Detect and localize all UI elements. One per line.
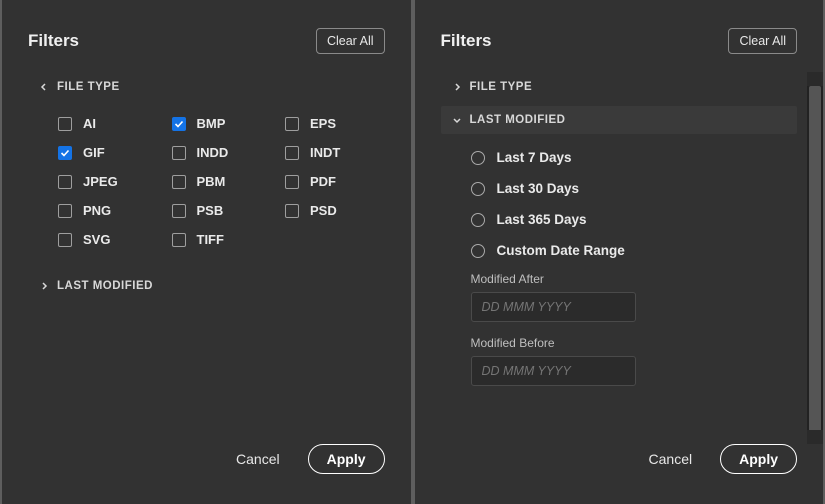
radio-last-365-days[interactable]: Last 365 Days <box>471 212 798 227</box>
checkbox-psd[interactable]: PSD <box>285 203 391 218</box>
panel-header: Filters Clear All <box>2 0 411 72</box>
scrollbar[interactable] <box>807 72 823 444</box>
checkbox-indt[interactable]: INDT <box>285 145 391 160</box>
modified-after-group: Modified After <box>453 272 798 336</box>
panel-header: Filters Clear All <box>415 0 824 72</box>
checkbox-psb[interactable]: PSB <box>172 203 278 218</box>
section-label: FILE TYPE <box>57 81 120 93</box>
filters-panel-right: Filters Clear All FILE TYPE LAST MODIFIE… <box>415 0 824 504</box>
checkbox-pdf[interactable]: PDF <box>285 174 391 189</box>
checkbox-gif[interactable]: GIF <box>58 145 164 160</box>
cancel-button[interactable]: Cancel <box>236 451 280 467</box>
modified-before-group: Modified Before <box>453 336 798 400</box>
file-type-grid: AI BMP EPS GIF INDD INDT JPEG PBM PDF PN… <box>40 102 391 271</box>
checkbox-pbm[interactable]: PBM <box>172 174 278 189</box>
radio-last-7-days[interactable]: Last 7 Days <box>471 150 798 165</box>
section-file-type[interactable]: FILE TYPE <box>40 72 391 102</box>
section-last-modified[interactable]: LAST MODIFIED <box>453 114 798 126</box>
clear-all-button[interactable]: Clear All <box>728 28 797 54</box>
radio-last-30-days[interactable]: Last 30 Days <box>471 181 798 196</box>
section-label: LAST MODIFIED <box>470 114 566 126</box>
apply-button[interactable]: Apply <box>720 444 797 474</box>
field-label: Modified After <box>471 272 798 286</box>
section-label: FILE TYPE <box>470 81 533 93</box>
cancel-button[interactable]: Cancel <box>649 451 693 467</box>
chevron-down-icon <box>40 83 48 91</box>
checkbox-tiff[interactable]: TIFF <box>172 232 278 247</box>
chevron-down-icon <box>453 116 461 124</box>
checkbox-jpeg[interactable]: JPEG <box>58 174 164 189</box>
checkbox-ai[interactable]: AI <box>58 116 164 131</box>
checkbox-png[interactable]: PNG <box>58 203 164 218</box>
checkbox-indd[interactable]: INDD <box>172 145 278 160</box>
checkbox-bmp[interactable]: BMP <box>172 116 278 131</box>
checkbox-eps[interactable]: EPS <box>285 116 391 131</box>
chevron-right-icon <box>40 282 48 290</box>
panel-footer: Cancel Apply <box>2 444 411 504</box>
apply-button[interactable]: Apply <box>308 444 385 474</box>
section-label: LAST MODIFIED <box>57 280 153 292</box>
chevron-right-icon <box>453 83 461 91</box>
section-file-type[interactable]: FILE TYPE <box>453 72 798 102</box>
modified-after-input[interactable] <box>471 292 636 322</box>
section-last-modified[interactable]: LAST MODIFIED <box>40 271 391 301</box>
panel-title: Filters <box>441 31 492 51</box>
radio-custom-date-range[interactable]: Custom Date Range <box>471 243 798 258</box>
clear-all-button[interactable]: Clear All <box>316 28 385 54</box>
panel-title: Filters <box>28 31 79 51</box>
checkbox-svg[interactable]: SVG <box>58 232 164 247</box>
field-label: Modified Before <box>471 336 798 350</box>
filters-panel-left: Filters Clear All FILE TYPE AI BMP EPS G… <box>2 0 411 504</box>
scrollbar-thumb[interactable] <box>809 86 821 436</box>
panel-footer: Cancel Apply <box>415 444 824 504</box>
last-modified-options: Last 7 Days Last 30 Days Last 365 Days C… <box>453 140 798 272</box>
modified-before-input[interactable] <box>471 356 636 386</box>
